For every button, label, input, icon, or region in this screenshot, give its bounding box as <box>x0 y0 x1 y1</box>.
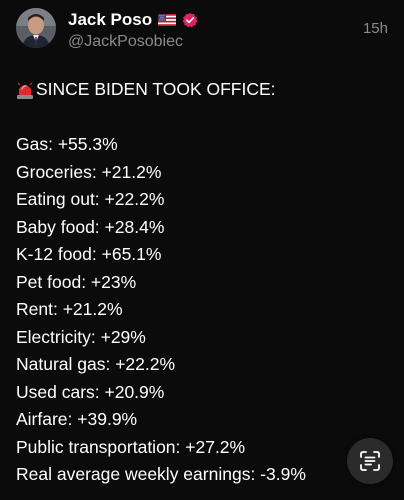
handle[interactable]: @JackPosobiec <box>68 33 183 51</box>
stat-line: Pet food: +23% <box>16 271 137 292</box>
verified-badge-icon <box>182 12 198 28</box>
stat-line: Electricity: +29% <box>16 326 146 347</box>
stat-line: Baby food: +28.4% <box>16 216 165 237</box>
stat-line: Rent: +21.2% <box>16 299 123 319</box>
post-body: SINCE BIDEN TOOK OFFICE: Gas: +55.3% Gro… <box>16 76 388 489</box>
stat-line: Real average weekly earnings: -3.9% <box>16 464 306 484</box>
name-row: Jack Poso <box>68 10 198 30</box>
headline-text: SINCE BIDEN TOOK OFFICE: <box>36 79 276 99</box>
scan-text-icon <box>360 451 380 471</box>
headline-row: SINCE BIDEN TOOK OFFICE: <box>16 76 388 104</box>
timestamp: 15h <box>362 20 388 37</box>
display-name[interactable]: Jack Poso <box>68 10 152 30</box>
stat-line: Eating out: +22.2% <box>16 189 165 209</box>
stat-line: Gas: +55.3% <box>16 134 118 154</box>
police-siren-icon <box>17 82 33 99</box>
stat-line: K-12 food: +65.1% <box>16 244 162 264</box>
stat-line: Public transportation: +27.2% <box>16 436 246 457</box>
avatar[interactable] <box>16 8 56 48</box>
stat-line: Natural gas: +22.2% <box>16 354 176 374</box>
post-header: Jack Poso @JackPosobiec 15h <box>16 8 388 58</box>
us-flag-icon <box>158 14 177 26</box>
stats-list: Gas: +55.3% Groceries: +21.2% Eating out… <box>16 131 388 489</box>
stat-line: Groceries: +21.2% <box>16 161 162 182</box>
scan-text-button[interactable] <box>347 438 393 484</box>
stat-line: Used cars: +20.9% <box>16 381 165 402</box>
avatar-image <box>16 8 56 48</box>
post-card: Jack Poso @JackPosobiec 15h SINCE BIDEN … <box>0 0 404 500</box>
stat-line: Airfare: +39.9% <box>16 409 138 429</box>
